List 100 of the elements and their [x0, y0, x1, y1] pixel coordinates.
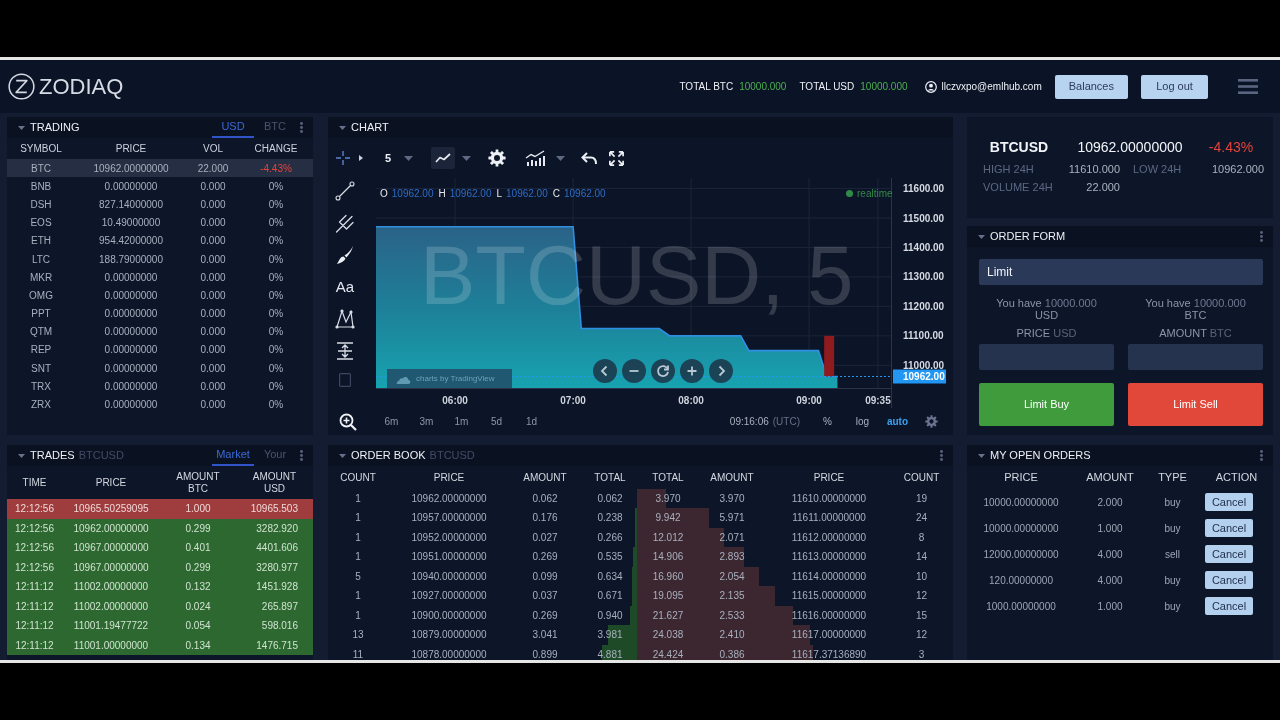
- price-cell-text: 10.49000000: [100, 216, 162, 231]
- ticker-change: -4.43%: [1207, 137, 1255, 157]
- price-cell-text: 11617.37136890: [790, 647, 868, 660]
- chevron-left-icon[interactable]: [593, 359, 617, 383]
- symbol-row[interactable]: TRX 0.00000000 0.000 0%: [7, 377, 313, 396]
- caret-icon[interactable]: [18, 125, 25, 130]
- time-axis-label: 09:00: [796, 395, 822, 406]
- caret-icon[interactable]: [339, 125, 346, 130]
- total-cell-text: 24.038: [651, 628, 685, 643]
- indicators-icon[interactable]: [525, 150, 545, 166]
- change-cell-text: 0%: [267, 197, 285, 212]
- more-options-icon[interactable]: [300, 450, 303, 461]
- cancel-button[interactable]: Cancel: [1205, 571, 1253, 589]
- pitchfork-icon[interactable]: [335, 213, 355, 233]
- scale-option-button[interactable]: %: [810, 414, 845, 429]
- chevron-right-icon[interactable]: [709, 359, 733, 383]
- balances-button[interactable]: Balances: [1054, 74, 1128, 99]
- pair-label: BTCUSD: [78, 448, 124, 464]
- symbol-row[interactable]: BTC 10962.00000000 22.000 -4.43%: [7, 159, 313, 178]
- stat-value: 10962.000: [1211, 161, 1264, 177]
- refresh-icon[interactable]: [651, 359, 675, 383]
- cancel-button[interactable]: Cancel: [1205, 493, 1253, 511]
- brush-icon[interactable]: [335, 245, 355, 265]
- plus-icon[interactable]: [680, 359, 704, 383]
- cancel-button[interactable]: Cancel: [1205, 545, 1253, 563]
- symbol-cell-text: SNT: [30, 361, 52, 376]
- minus-icon[interactable]: [622, 359, 646, 383]
- time-cell-text: 12:11:12: [14, 580, 55, 595]
- amount-cell-text: 0.269: [531, 608, 559, 623]
- symbol-row[interactable]: SNT 0.00000000 0.000 0%: [7, 359, 313, 378]
- input-field[interactable]: [1128, 344, 1263, 370]
- trend-line-icon[interactable]: [335, 181, 355, 201]
- menu-icon[interactable]: [1238, 79, 1258, 94]
- more-options-icon[interactable]: [1260, 450, 1263, 461]
- timeframe-button[interactable]: 1m: [444, 414, 479, 429]
- symbol-row[interactable]: OMG 0.00000000 0.000 0%: [7, 286, 313, 305]
- more-options-icon[interactable]: [1260, 231, 1263, 242]
- symbol-row[interactable]: ETH 954.42000000 0.000 0%: [7, 231, 313, 250]
- symbol-row[interactable]: BNB 0.00000000 0.000 0%: [7, 177, 313, 196]
- timeframe-button[interactable]: 3m: [409, 414, 444, 429]
- symbol-row[interactable]: LTC 188.79000000 0.000 0%: [7, 249, 313, 269]
- scale-option-button[interactable]: log: [845, 414, 880, 429]
- symbol-row[interactable]: MKR 0.00000000 0.000 0%: [7, 268, 313, 287]
- amount-cell-text: 3.041: [531, 628, 559, 643]
- caret-icon[interactable]: [556, 155, 565, 161]
- count-cell-text: 1: [354, 491, 362, 506]
- timeframe-button[interactable]: 5d: [479, 414, 514, 429]
- symbol-cell-text: OMG: [28, 288, 54, 303]
- symbol-row[interactable]: EOS 10.49000000 0.000 0%: [7, 213, 313, 232]
- caret-icon[interactable]: [978, 234, 985, 239]
- chart-type-button[interactable]: [431, 147, 455, 169]
- cancel-button[interactable]: Cancel: [1205, 597, 1253, 615]
- symbol-row[interactable]: ZRX 0.00000000 0.000 0%: [7, 395, 313, 414]
- timeframe-button[interactable]: 6m: [374, 414, 409, 429]
- settings-icon[interactable]: [488, 149, 506, 167]
- ref-line-label: 10962.00: [903, 371, 946, 383]
- symbol-cell-text: LTC: [30, 252, 52, 267]
- price-cell-text: 10900.00000000: [410, 608, 488, 623]
- panel-tab[interactable]: USD: [212, 117, 254, 138]
- type-cell-text: buy: [1163, 599, 1182, 614]
- timeframe-button[interactable]: 1d: [514, 414, 549, 429]
- total-cell-text: 1451.928: [255, 580, 299, 595]
- pattern-icon[interactable]: [335, 309, 355, 329]
- panel-tab[interactable]: Market: [212, 445, 254, 466]
- interval-button[interactable]: 5: [378, 148, 398, 168]
- ticker-symbol: BTCUSD: [988, 137, 1050, 157]
- symbol-row[interactable]: PPT 0.00000000 0.000 0%: [7, 304, 313, 323]
- caret-icon[interactable]: [404, 155, 413, 161]
- fullscreen-icon[interactable]: [608, 149, 625, 167]
- zoom-in-icon[interactable]: [339, 412, 357, 431]
- candle: [824, 335, 835, 377]
- limit-sell-button[interactable]: Limit Sell: [1128, 383, 1263, 426]
- panel-title: TRADES: [30, 448, 75, 464]
- amount-cell-text: 1.000: [184, 502, 212, 517]
- measure-icon[interactable]: [335, 341, 355, 361]
- symbol-row[interactable]: QTM 0.00000000 0.000 0%: [7, 322, 313, 341]
- input-field[interactable]: [979, 344, 1114, 370]
- crosshair-icon[interactable]: [335, 150, 351, 166]
- symbol-row[interactable]: DSH 827.14000000 0.000 0%: [7, 195, 313, 214]
- scale-option-button[interactable]: auto: [880, 414, 915, 429]
- caret-icon[interactable]: [18, 453, 25, 458]
- undo-icon[interactable]: [581, 151, 597, 165]
- count-cell-text: 13: [351, 628, 365, 643]
- more-options-icon[interactable]: [300, 122, 303, 133]
- caret-icon[interactable]: [462, 155, 471, 161]
- text-tool-button[interactable]: Aa: [335, 277, 355, 297]
- limit-buy-button[interactable]: Limit Buy: [979, 383, 1114, 426]
- price-cell-text: 10927.00000000: [410, 589, 488, 604]
- caret-icon[interactable]: [339, 453, 346, 458]
- order-type-select[interactable]: Limit: [979, 259, 1263, 285]
- total-label: TOTAL USD: [799, 80, 855, 94]
- change-cell-text: 0%: [267, 288, 285, 303]
- symbol-row[interactable]: REP 0.00000000 0.000 0%: [7, 340, 313, 360]
- logout-button[interactable]: Log out: [1141, 74, 1208, 99]
- triangle-right-icon[interactable]: [359, 155, 363, 161]
- user-icon: [924, 80, 937, 93]
- price-cell-text: 827.14000000: [98, 197, 164, 212]
- cancel-button[interactable]: Cancel: [1205, 519, 1253, 537]
- caret-icon[interactable]: [978, 453, 985, 458]
- more-options-icon[interactable]: [940, 450, 943, 461]
